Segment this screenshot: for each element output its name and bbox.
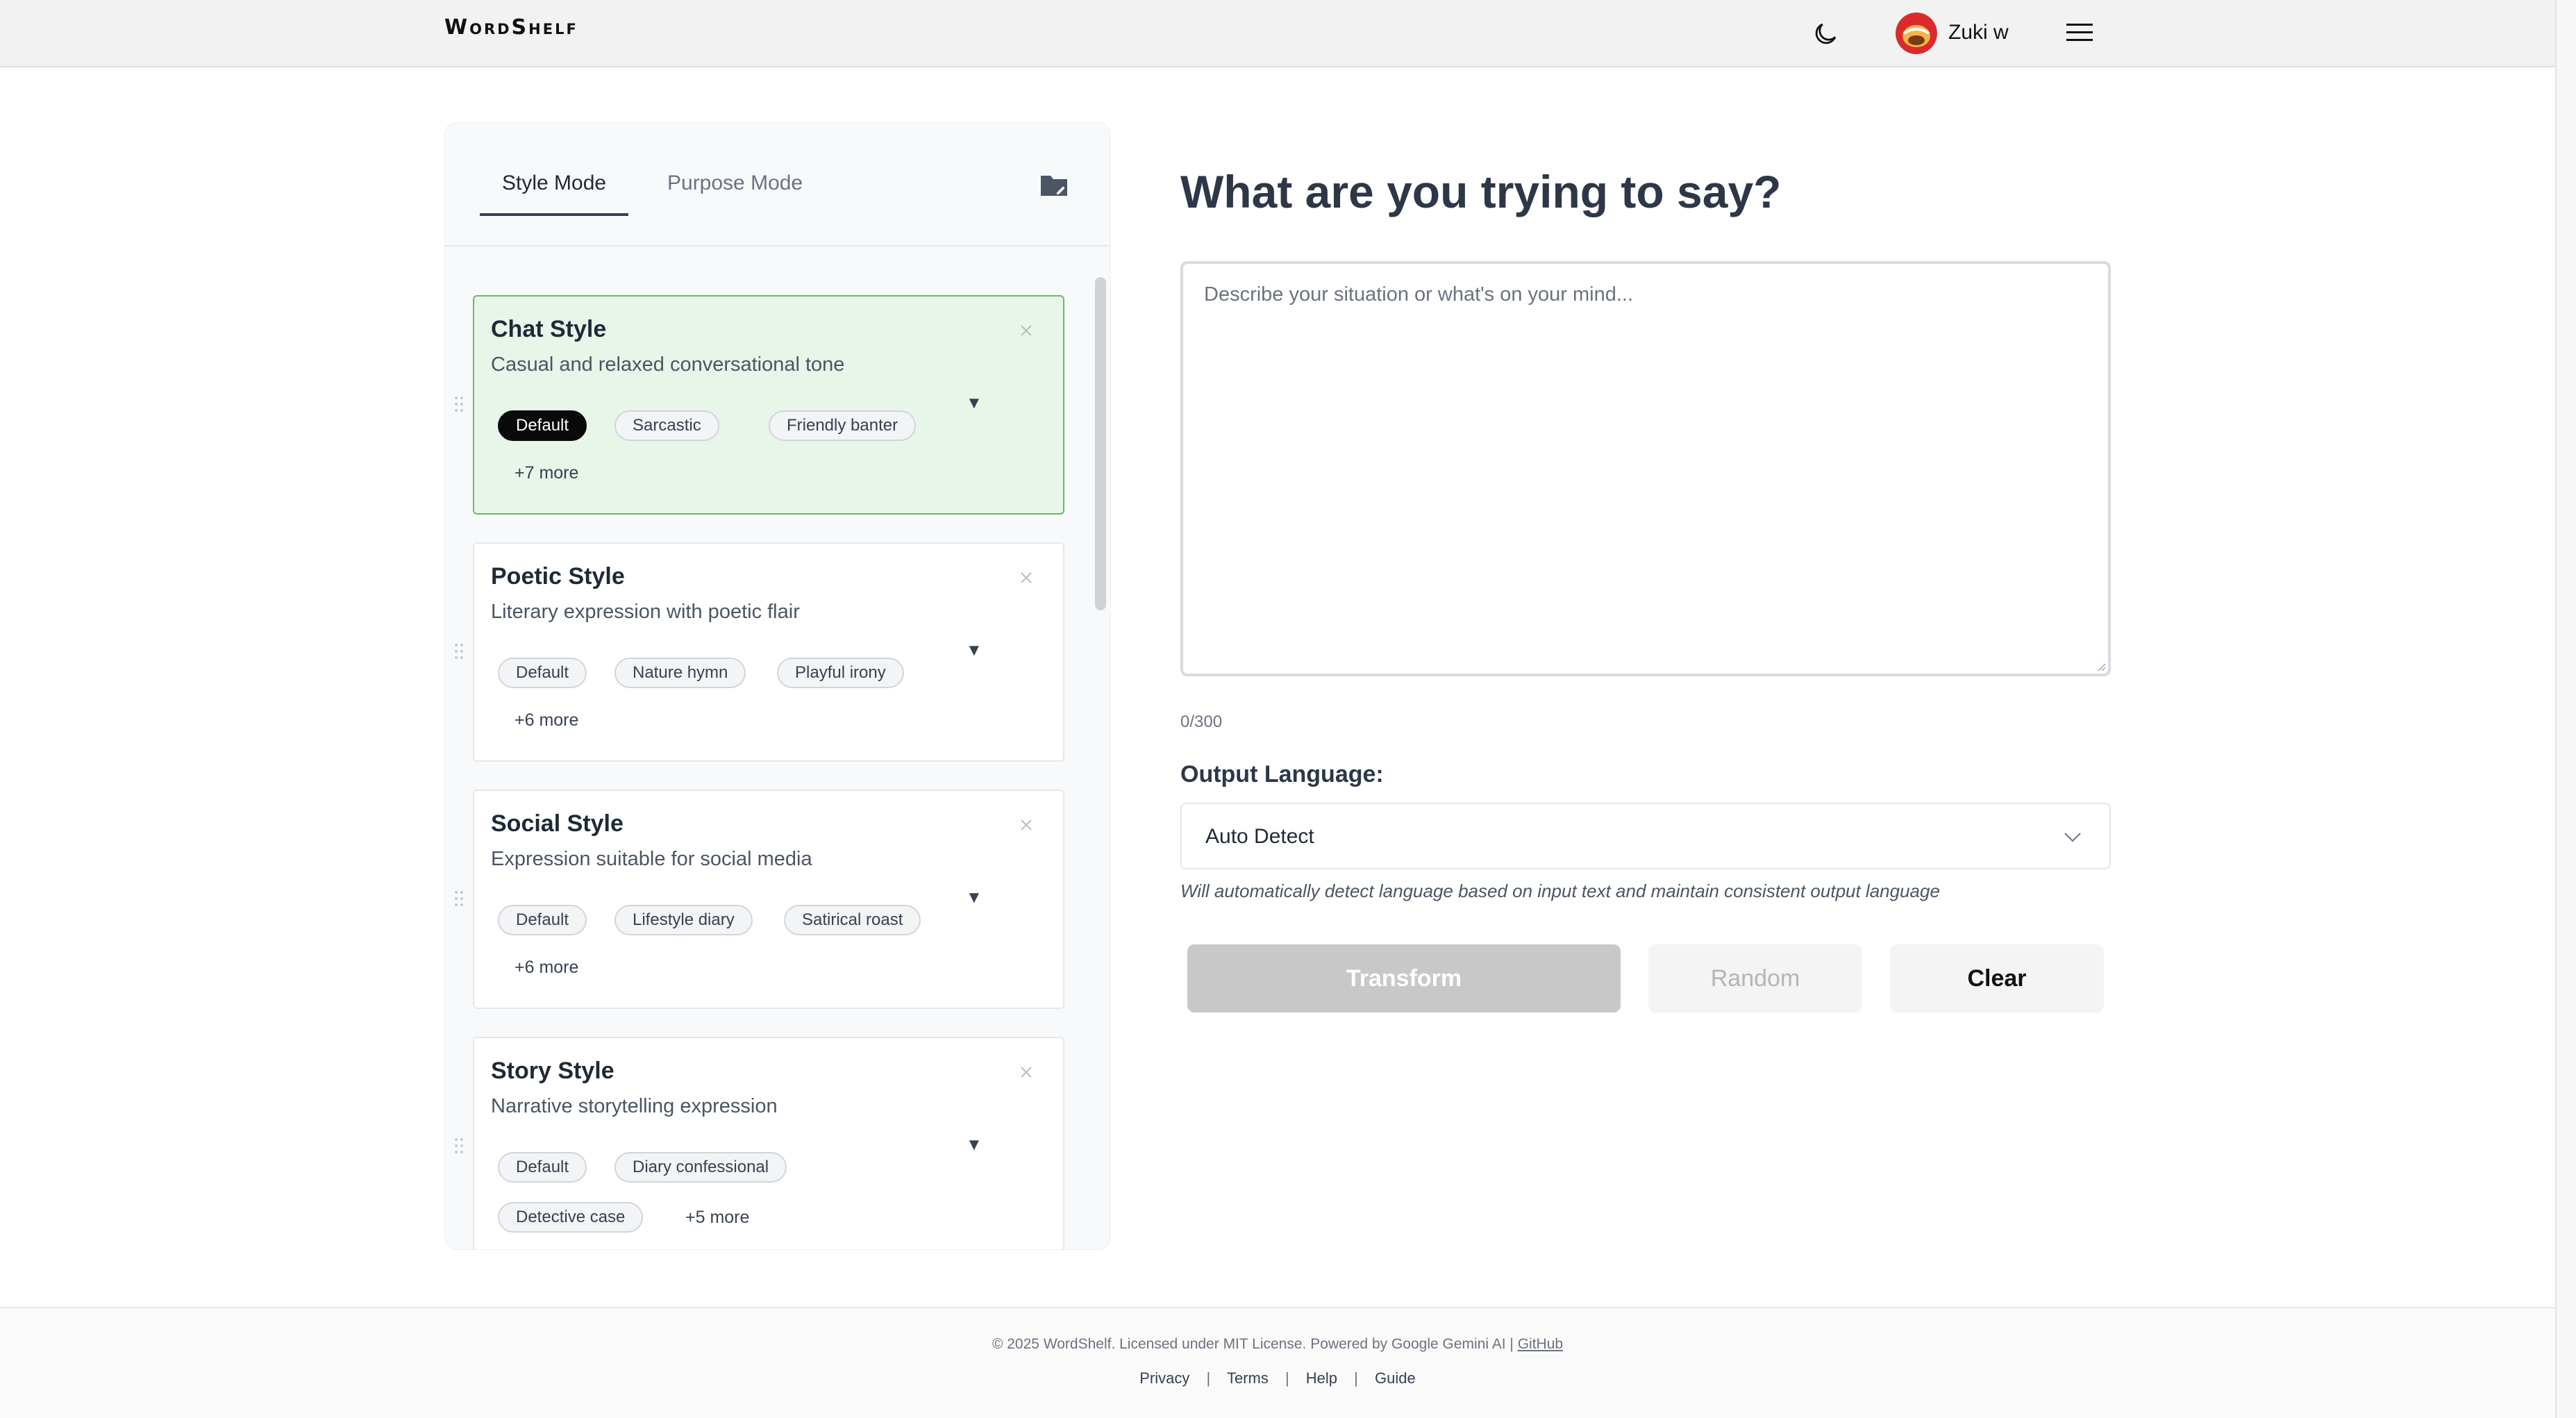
github-link[interactable]: GitHub <box>1518 1336 1563 1352</box>
output-language-select[interactable]: Auto Detect <box>1180 803 2111 869</box>
tab-style-mode[interactable]: Style Mode <box>480 172 629 216</box>
copyright-label: © 2025 WordShelf. Licensed under MIT Lic… <box>992 1336 1514 1352</box>
language-hint: Will automatically detect language based… <box>1180 881 1940 901</box>
chip-detective-case[interactable]: Detective case <box>498 1202 644 1233</box>
copyright-text: © 2025 WordShelf. Licensed under MIT Lic… <box>0 1336 2555 1353</box>
card-description: Expression suitable for social media <box>491 848 812 870</box>
resize-grip-icon[interactable] <box>2096 661 2107 672</box>
footer-separator: | <box>1206 1369 1211 1387</box>
chip-nature-hymn[interactable]: Nature hymn <box>614 658 746 688</box>
message-input[interactable] <box>1180 261 2111 676</box>
close-icon[interactable] <box>1017 816 1035 834</box>
mode-tabs: Style Mode Purpose Mode <box>445 123 1110 247</box>
random-button[interactable]: Random <box>1648 944 1862 1012</box>
folder-edit-icon[interactable] <box>1039 172 1069 198</box>
chip-playful-irony[interactable]: Playful irony <box>777 658 904 688</box>
card-title: Social Style <box>491 810 624 837</box>
selected-language: Auto Detect <box>1205 825 1314 848</box>
output-language-label: Output Language: <box>1180 761 1384 787</box>
chevron-down-icon <box>2064 833 2081 842</box>
chevron-down-icon[interactable]: ▼ <box>966 888 982 908</box>
card-description: Literary expression with poetic flair <box>491 601 800 623</box>
style-card-social[interactable]: Social Style Expression suitable for soc… <box>455 790 1064 1009</box>
style-panel: Style Mode Purpose Mode Chat Style Casua… <box>444 122 1111 1250</box>
panel-scrollbar-thumb[interactable] <box>1095 277 1106 610</box>
user-name[interactable]: Zuki w <box>1948 21 2009 44</box>
footer-separator: | <box>1354 1369 1358 1387</box>
more-styles-link[interactable]: +6 more <box>515 958 578 978</box>
footer-link-guide[interactable]: Guide <box>1375 1369 1416 1387</box>
drag-handle-icon[interactable] <box>453 1137 465 1155</box>
chevron-down-icon[interactable]: ▼ <box>966 394 982 413</box>
character-counter: 0/300 <box>1180 712 1223 731</box>
style-card-poetic[interactable]: Poetic Style Literary expression with po… <box>455 542 1064 762</box>
card-title: Poetic Style <box>491 563 625 590</box>
app-logo[interactable]: WordShelf <box>444 15 578 40</box>
footer-links: Privacy | Terms | Help | Guide <box>0 1369 2555 1387</box>
chip-default[interactable]: Default <box>498 410 587 441</box>
tab-purpose-mode[interactable]: Purpose Mode <box>667 172 803 213</box>
more-styles-link[interactable]: +7 more <box>515 463 578 483</box>
footer-link-privacy[interactable]: Privacy <box>1139 1369 1189 1387</box>
chevron-down-icon[interactable]: ▼ <box>966 641 982 660</box>
top-bar: WordShelf Zuki w <box>0 0 2555 67</box>
card-title: Story Style <box>491 1058 614 1084</box>
drag-handle-icon[interactable] <box>453 642 465 660</box>
transform-button[interactable]: Transform <box>1187 944 1621 1012</box>
moon-icon[interactable] <box>1811 19 1840 49</box>
footer-separator: | <box>1285 1369 1289 1387</box>
card-title: Chat Style <box>491 316 607 342</box>
more-styles-link[interactable]: +5 more <box>685 1208 749 1228</box>
footer-link-terms[interactable]: Terms <box>1227 1369 1269 1387</box>
chip-sarcastic[interactable]: Sarcastic <box>614 410 719 441</box>
footer-link-help[interactable]: Help <box>1306 1369 1337 1387</box>
clear-button[interactable]: Clear <box>1890 944 2104 1012</box>
close-icon[interactable] <box>1017 322 1035 340</box>
style-card-chat[interactable]: Chat Style Casual and relaxed conversati… <box>455 295 1064 515</box>
drag-handle-icon[interactable] <box>453 395 465 413</box>
chip-default[interactable]: Default <box>498 658 587 688</box>
page-title: What are you trying to say? <box>1180 166 1782 217</box>
chevron-down-icon[interactable]: ▼ <box>966 1135 982 1155</box>
card-description: Casual and relaxed conversational tone <box>491 353 845 376</box>
chip-friendly-banter[interactable]: Friendly banter <box>769 410 917 441</box>
style-card-story[interactable]: Story Style Narrative storytelling expre… <box>455 1037 1064 1249</box>
footer: © 2025 WordShelf. Licensed under MIT Lic… <box>0 1307 2555 1418</box>
avatar[interactable] <box>1896 12 1937 54</box>
chip-lifestyle-diary[interactable]: Lifestyle diary <box>614 905 753 935</box>
more-styles-link[interactable]: +6 more <box>515 710 578 731</box>
card-description: Narrative storytelling expression <box>491 1095 778 1117</box>
hamburger-icon[interactable] <box>2065 21 2094 44</box>
close-icon[interactable] <box>1017 1063 1035 1081</box>
chip-satirical-roast[interactable]: Satirical roast <box>784 905 921 935</box>
chip-default[interactable]: Default <box>498 1152 587 1183</box>
chip-diary-confessional[interactable]: Diary confessional <box>614 1152 787 1183</box>
page-scrollbar[interactable] <box>2555 0 2576 1418</box>
chip-default[interactable]: Default <box>498 905 587 935</box>
drag-handle-icon[interactable] <box>453 890 465 908</box>
close-icon[interactable] <box>1017 569 1035 587</box>
